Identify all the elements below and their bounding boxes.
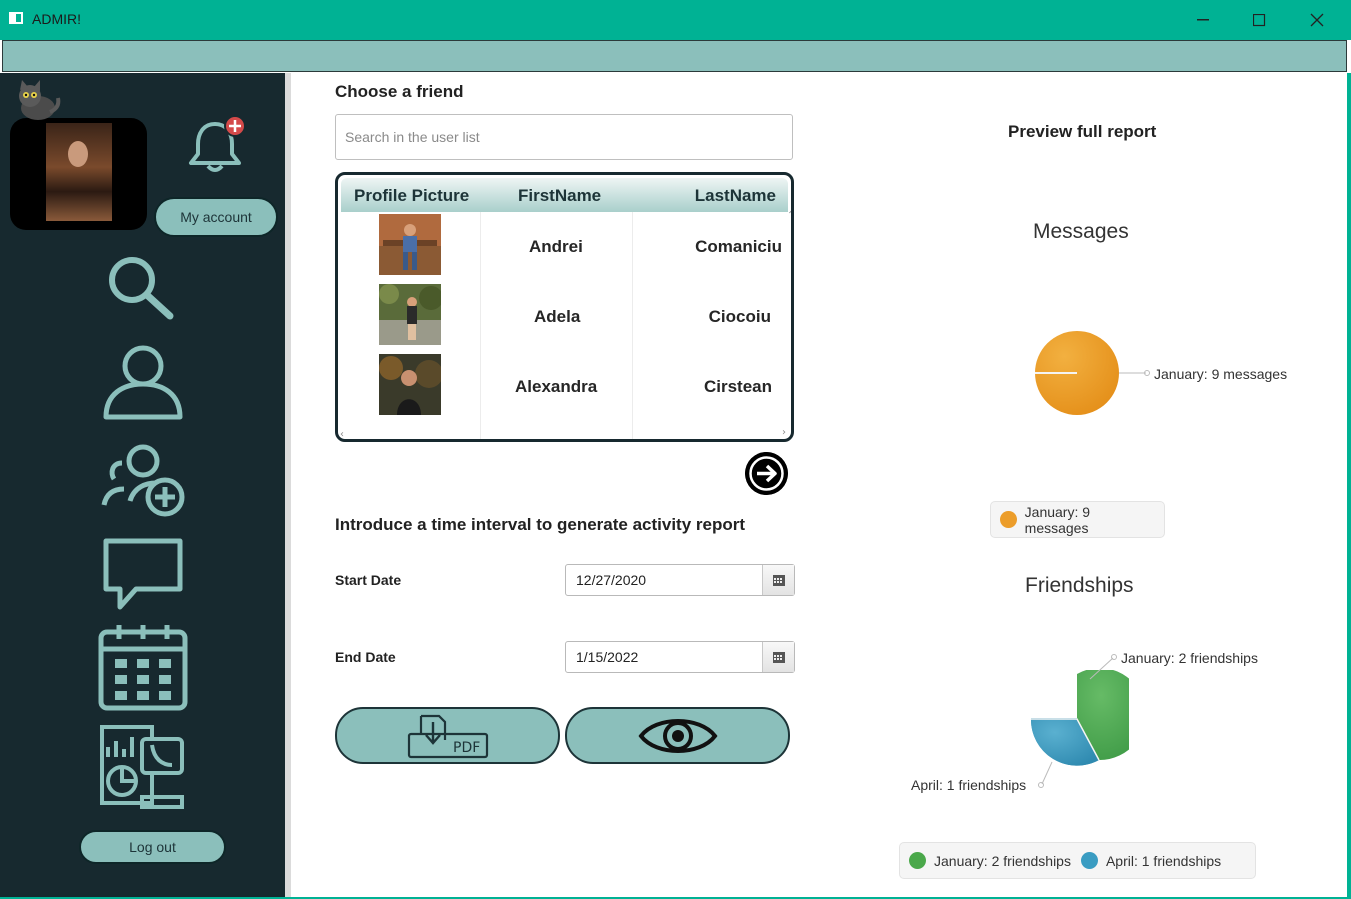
time-interval-heading: Introduce a time interval to generate ac… xyxy=(335,515,746,534)
end-date-picker[interactable]: 1/15/2022 xyxy=(565,641,795,673)
friendships-april-label: April: 1 friendships xyxy=(911,777,1027,793)
chat-icon[interactable] xyxy=(102,537,184,611)
leader-line xyxy=(1120,370,1150,376)
calendar-small-icon xyxy=(772,574,785,586)
menu-bar xyxy=(2,40,1347,72)
user-profile-icon[interactable] xyxy=(101,344,185,422)
friend-lastname: Ciocoiu xyxy=(708,307,771,326)
end-date-label: End Date xyxy=(335,649,396,665)
end-date-calendar-button[interactable] xyxy=(762,642,794,672)
search-icon[interactable] xyxy=(104,253,176,321)
legend-dot-january xyxy=(909,852,926,869)
start-date-value[interactable]: 12/27/2020 xyxy=(576,572,646,588)
preview-report-title: Preview full report xyxy=(1008,122,1157,141)
my-account-button[interactable]: My account xyxy=(154,197,278,237)
friend-firstname: Andrei xyxy=(529,237,583,256)
select-friend-arrow-button[interactable] xyxy=(745,452,788,495)
friend-lastname: Comaniciu xyxy=(695,237,782,256)
column-separator xyxy=(632,212,633,439)
friend-lastname: Cirstean xyxy=(703,377,772,396)
friend-avatar xyxy=(379,354,441,415)
maximize-icon xyxy=(1252,13,1265,26)
calendar-small-icon xyxy=(772,651,785,663)
activity-report-icon[interactable] xyxy=(98,723,188,811)
minimize-button[interactable] xyxy=(1174,0,1232,40)
scroll-up-icon[interactable]: ⌃ xyxy=(787,210,791,221)
leader-line xyxy=(1089,654,1117,680)
scroll-right-icon[interactable]: › xyxy=(782,427,786,438)
log-out-button[interactable]: Log out xyxy=(79,830,226,864)
window-titlebar: ADMIR! xyxy=(0,0,1351,40)
messages-pie-chart xyxy=(1035,331,1130,415)
legend-item: January: 2 friendships xyxy=(934,852,1071,869)
messages-slice-label: January: 9 messages xyxy=(1154,366,1288,382)
close-button[interactable] xyxy=(1288,0,1346,40)
scroll-left-icon[interactable]: ‹ xyxy=(340,429,344,439)
column-separator xyxy=(480,212,481,439)
messages-legend: January: 9 messages xyxy=(990,501,1165,538)
friend-firstname: Adela xyxy=(534,307,581,326)
profile-photo-frame xyxy=(10,118,147,230)
choose-friend-heading: Choose a friend xyxy=(335,82,464,101)
friend-avatar xyxy=(379,284,441,345)
close-icon xyxy=(1310,13,1324,27)
start-date-calendar-button[interactable] xyxy=(762,565,794,595)
legend-dot-january xyxy=(1000,511,1017,528)
window-right-border xyxy=(1347,73,1351,899)
app-icon xyxy=(9,12,23,24)
column-header-lastname[interactable]: LastName xyxy=(695,186,776,206)
pdf-download-icon: PDF xyxy=(407,714,488,758)
minimize-icon xyxy=(1197,19,1209,21)
download-pdf-button[interactable]: PDF xyxy=(335,707,560,764)
messages-chart-title: Messages xyxy=(1033,220,1129,243)
table-header: Profile Picture FirstName LastName xyxy=(341,178,788,212)
legend-item: January: 9 messages xyxy=(1024,503,1091,536)
notification-bell-icon[interactable] xyxy=(186,114,248,176)
start-date-picker[interactable]: 12/27/2020 xyxy=(565,564,795,596)
cat-logo-icon xyxy=(19,80,61,120)
friendships-legend: January: 2 friendships April: 1 friendsh… xyxy=(899,842,1256,879)
maximize-button[interactable] xyxy=(1230,0,1288,40)
user-search-input[interactable] xyxy=(335,114,793,160)
sidebar-divider xyxy=(285,73,291,899)
friend-firstname: Alexandra xyxy=(515,377,598,396)
column-header-firstname[interactable]: FirstName xyxy=(518,186,601,206)
friend-avatar xyxy=(379,214,441,275)
add-friend-icon[interactable] xyxy=(98,443,186,519)
legend-dot-april xyxy=(1080,852,1098,869)
preview-report-button[interactable] xyxy=(565,707,790,764)
eye-icon xyxy=(637,718,718,753)
calendar-icon[interactable] xyxy=(97,623,189,713)
start-date-label: Start Date xyxy=(335,572,402,588)
friendships-chart-title: Friendships xyxy=(1025,574,1134,597)
end-date-value[interactable]: 1/15/2022 xyxy=(576,649,638,665)
friendships-pie-chart xyxy=(1030,670,1129,766)
column-header-profile-picture[interactable]: Profile Picture xyxy=(354,186,469,206)
pdf-label: PDF xyxy=(453,740,480,756)
friends-table: Profile Picture FirstName LastName Andre… xyxy=(335,172,794,442)
profile-photo xyxy=(46,123,112,221)
friendships-january-label: January: 2 friendships xyxy=(1121,650,1258,666)
leader-line xyxy=(1038,761,1053,788)
window-title: ADMIR! xyxy=(32,11,81,27)
legend-item: April: 1 friendships xyxy=(1105,852,1222,869)
